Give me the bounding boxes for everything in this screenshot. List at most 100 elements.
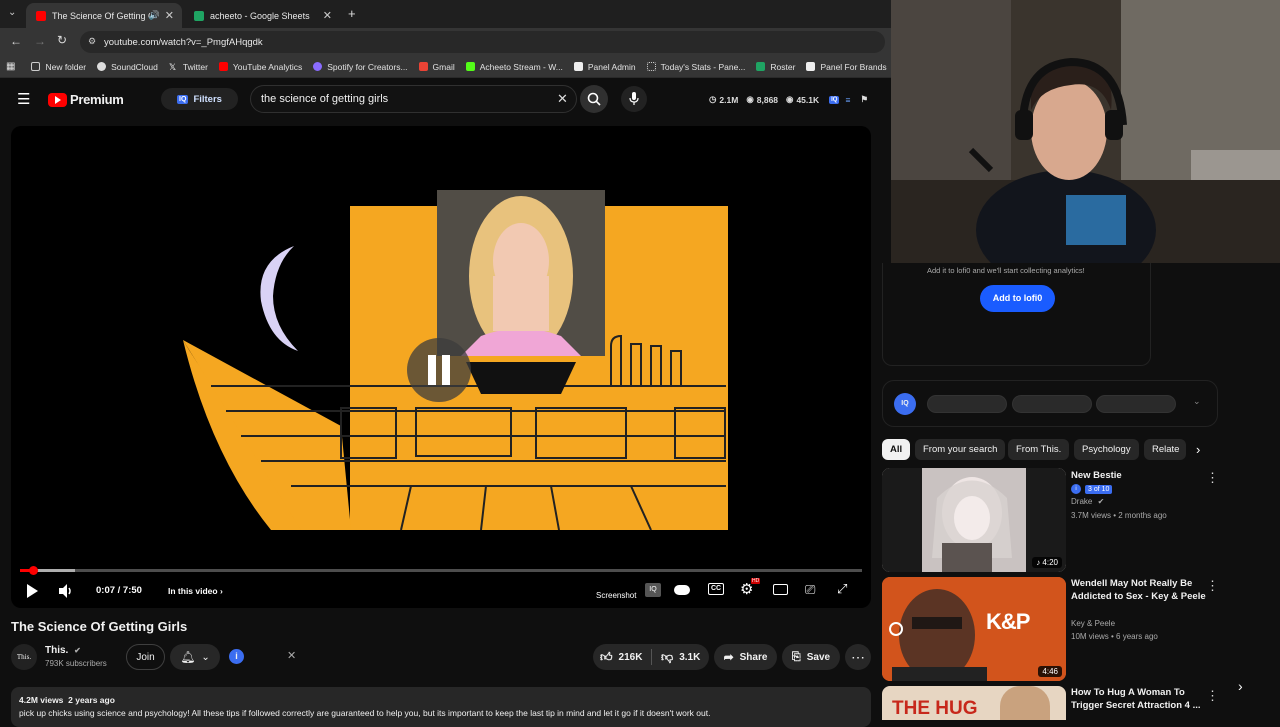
youtube-play-icon xyxy=(48,92,67,107)
youtube-logo[interactable]: Premium xyxy=(48,92,124,107)
tab-sheets[interactable]: acheeto - Google Sheets ✕ xyxy=(184,3,340,28)
fullscreen-icon[interactable]: ⤢ xyxy=(837,581,847,597)
chip-psychology[interactable]: Psychology xyxy=(1074,439,1139,460)
miniplayer-icon[interactable] xyxy=(773,584,788,595)
channel-name[interactable]: This. ✔ xyxy=(45,645,81,656)
add-to-lofi0-button[interactable]: Add to lofi0 xyxy=(980,285,1055,312)
close-tab-icon[interactable]: ✕ xyxy=(165,9,174,22)
iq-filter-pill[interactable] xyxy=(927,395,1007,413)
list-icon[interactable]: ≡ xyxy=(845,95,850,105)
description-text: pick up chicks using science and psychol… xyxy=(19,708,711,718)
captions-icon[interactable]: CC xyxy=(708,583,725,595)
progress-bar[interactable] xyxy=(20,566,862,575)
rec-thumbnail[interactable]: THE HUG xyxy=(882,686,1066,720)
cast-icon[interactable]: ⎚ xyxy=(805,582,815,598)
eye-icon: ◉ xyxy=(786,94,794,104)
tab-title: The Science Of Getting Girls xyxy=(52,10,150,21)
forward-icon[interactable]: → xyxy=(34,34,46,48)
more-vertical-icon[interactable]: ⋮ xyxy=(1206,688,1219,704)
share-button[interactable]: ➦ Share xyxy=(714,644,777,670)
iq-screenshot-icon[interactable]: IQ xyxy=(645,583,661,597)
iq-filter-bar: IQ ⌄ xyxy=(882,380,1218,427)
rec-channel[interactable]: Drake ✔ xyxy=(1071,497,1104,506)
more-vertical-icon[interactable]: ⋮ xyxy=(1206,470,1219,486)
search-button[interactable] xyxy=(580,85,608,113)
bookmark-item[interactable]: Gmail xyxy=(418,62,455,72)
iq-filter-pill[interactable] xyxy=(1012,395,1092,413)
join-button[interactable]: Join xyxy=(126,644,165,670)
bookmark-item[interactable]: Today's Stats - Pane... xyxy=(646,62,745,72)
iq-icon[interactable]: IQ xyxy=(829,95,840,104)
voice-search-button[interactable] xyxy=(621,86,647,112)
rec-title-line-1[interactable]: How To Hug A Woman To xyxy=(1071,686,1185,699)
reload-icon[interactable]: ↻ xyxy=(57,33,67,47)
in-this-video-button[interactable]: In this video › xyxy=(168,586,223,596)
url-field[interactable]: ⚙ youtube.com/watch?v=_PmgfAHqgdk xyxy=(80,31,885,53)
chevron-right-icon[interactable]: › xyxy=(1238,678,1243,694)
chevron-down-icon[interactable]: ⌄ xyxy=(1193,396,1201,407)
audio-icon[interactable]: 🔊 xyxy=(149,10,160,21)
webcam-overlay xyxy=(891,0,1280,263)
duration-badge: ♪ 4:20 xyxy=(1032,557,1062,568)
rec-thumbnail[interactable]: ♪ 4:20 xyxy=(882,468,1066,572)
bookmark-item[interactable]: 𝕏 Twitter xyxy=(169,62,208,73)
bookmark-item[interactable]: YouTube Analytics xyxy=(218,62,302,72)
more-actions-button[interactable]: ⋯ xyxy=(845,644,871,670)
like-button[interactable]: 👍︎ 216K xyxy=(600,650,642,665)
info-badge-icon[interactable]: i xyxy=(229,649,244,664)
dislike-button[interactable]: 👎︎ 3.1K xyxy=(661,650,700,665)
rec-thumbnail[interactable]: K&P 4:46 xyxy=(882,577,1066,681)
channel-avatar[interactable]: This. xyxy=(11,644,37,670)
tab-search-icon[interactable]: ⌄ xyxy=(8,7,16,18)
rec-title[interactable]: New Bestie xyxy=(1071,469,1122,482)
menu-icon[interactable]: ☰ xyxy=(17,90,30,108)
bookmark-item[interactable]: New folder xyxy=(31,62,86,72)
thumbs-down-icon: 👎︎ xyxy=(661,650,674,664)
clear-search-icon[interactable]: ✕ xyxy=(557,91,568,107)
chip-from-your-search[interactable]: From your search xyxy=(915,439,1006,460)
bookmark-item[interactable]: Roster xyxy=(756,62,795,72)
back-icon[interactable]: ← xyxy=(10,34,22,48)
tab-active[interactable]: The Science Of Getting Girls 🔊 ✕ xyxy=(26,3,182,28)
rec-title-line-1[interactable]: Wendell May Not Really Be xyxy=(1071,577,1192,590)
flag-icon[interactable]: ⚑ xyxy=(860,94,868,105)
bookmark-item[interactable]: Acheeto Stream - W... xyxy=(465,62,563,72)
apps-icon[interactable]: ▦ xyxy=(6,61,15,72)
thumb-text: THE HUG xyxy=(892,698,978,719)
bookmark-item[interactable]: Panel For Brands xyxy=(806,62,887,72)
iq-filter-pill[interactable] xyxy=(1096,395,1176,413)
bookmark-item[interactable]: Panel Admin xyxy=(573,62,636,72)
rec-title-line-2[interactable]: Trigger Secret Attraction 4 ... xyxy=(1071,699,1201,712)
bookmark-item[interactable]: Spotify for Creators... xyxy=(313,62,408,72)
video-player[interactable]: 0:07 / 7:50 In this video › Screenshot I… xyxy=(11,126,871,608)
filters-button[interactable]: IQ Filters xyxy=(161,88,238,110)
rec-meta: 3.7M views • 2 months ago xyxy=(1071,511,1167,520)
close-icon[interactable]: ✕ xyxy=(287,649,296,662)
subscribed-button[interactable]: 🔔︎ ⌄ xyxy=(170,644,220,670)
chip-from-this[interactable]: From This. xyxy=(1008,439,1070,460)
description-box[interactable]: 4.2M views 2 years ago pick up chicks us… xyxy=(11,687,871,727)
youtube-favicon-icon xyxy=(36,10,46,21)
chip-all[interactable]: All xyxy=(882,439,911,460)
chevron-down-icon: ⌄ xyxy=(201,651,210,663)
progress-scrubber[interactable] xyxy=(29,566,38,575)
bookmark-item[interactable]: SoundCloud xyxy=(97,62,158,72)
volume-icon[interactable] xyxy=(58,584,74,598)
play-icon[interactable] xyxy=(25,584,39,598)
chip-related[interactable]: Relate xyxy=(1144,439,1186,460)
search-input[interactable]: the science of getting girls ✕ xyxy=(250,85,577,113)
new-tab-icon[interactable]: + xyxy=(348,6,356,21)
save-button[interactable]: ⎘ Save xyxy=(782,644,840,670)
rec-title-line-2[interactable]: Addicted to Sex - Key & Peele xyxy=(1071,590,1206,603)
verified-icon: ✔ xyxy=(74,646,81,655)
pause-overlay[interactable] xyxy=(407,338,471,402)
chips-next-icon[interactable]: › xyxy=(1196,442,1200,457)
site-info-icon[interactable]: ⚙ xyxy=(88,36,96,47)
views-and-age: 4.2M views 2 years ago xyxy=(19,695,115,705)
autoplay-toggle-icon[interactable] xyxy=(674,585,690,595)
rec-channel[interactable]: Key & Peele xyxy=(1071,619,1115,628)
screenshot-label[interactable]: Screenshot xyxy=(596,591,636,600)
microphone-icon xyxy=(629,92,639,105)
close-tab-icon[interactable]: ✕ xyxy=(323,9,332,22)
more-vertical-icon[interactable]: ⋮ xyxy=(1206,578,1219,594)
